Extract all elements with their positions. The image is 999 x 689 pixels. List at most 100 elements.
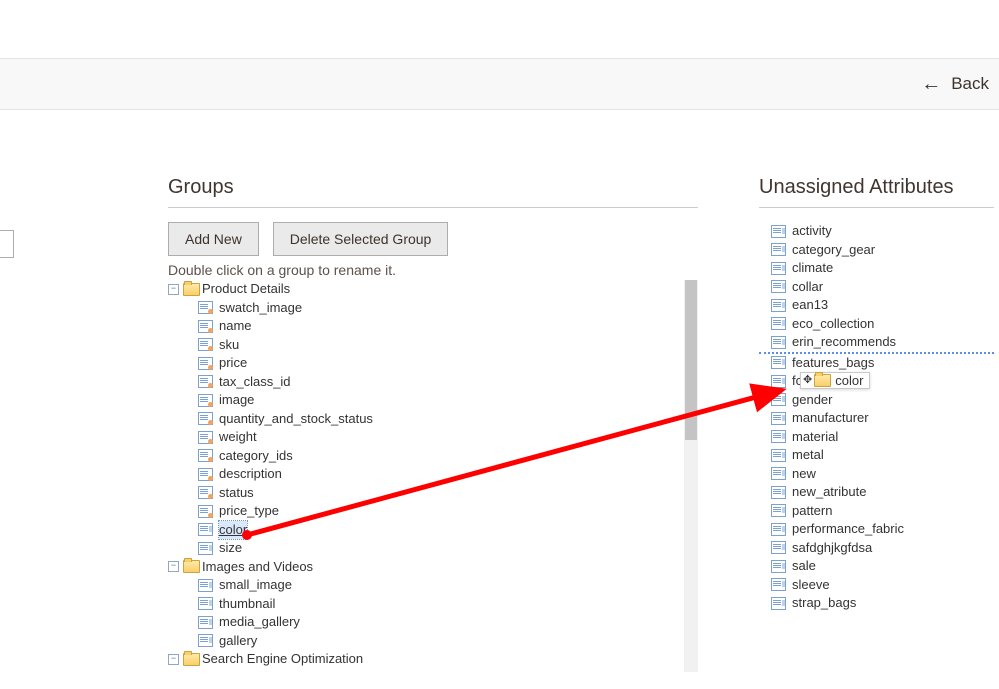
attribute-icon <box>771 504 786 517</box>
back-button[interactable]: ← Back <box>921 59 989 109</box>
tree-attribute[interactable]: small_image <box>198 576 684 595</box>
collapse-icon[interactable]: − <box>168 284 179 295</box>
attribute-icon <box>771 449 786 462</box>
collapse-icon[interactable]: − <box>168 654 179 665</box>
attribute-label: pattern <box>792 502 832 521</box>
tree-attribute[interactable]: weight <box>198 428 684 447</box>
attribute-icon <box>771 393 786 406</box>
unassigned-attribute[interactable]: ean13 <box>771 296 994 315</box>
attribute-icon <box>771 578 786 591</box>
unassigned-attribute[interactable]: gender <box>771 391 994 410</box>
folder-icon <box>183 283 200 296</box>
tree-folder[interactable]: −Images and Videos <box>168 558 684 577</box>
attribute-icon <box>198 468 213 481</box>
top-bar: ← Back <box>0 58 999 110</box>
tree-folder[interactable]: −Product Details <box>168 280 684 299</box>
scrollbar-thumb[interactable] <box>685 280 697 440</box>
collapse-icon[interactable]: − <box>168 561 179 572</box>
groups-title: Groups <box>168 176 698 199</box>
unassigned-title: Unassigned Attributes <box>759 176 994 199</box>
attribute-label: new_atribute <box>792 483 866 502</box>
attribute-label: metal <box>792 446 824 465</box>
attribute-icon <box>771 336 786 349</box>
unassigned-list[interactable]: activitycategory_gearclimatecollarean13e… <box>771 222 994 613</box>
tree-attribute[interactable]: image <box>198 391 684 410</box>
attribute-icon <box>771 317 786 330</box>
tree-attribute[interactable]: thumbnail <box>198 595 684 614</box>
add-new-button[interactable]: Add New <box>168 222 259 256</box>
folder-label: Search Engine Optimization <box>202 650 363 669</box>
attribute-icon <box>198 597 213 610</box>
unassigned-attribute[interactable]: new_atribute <box>771 483 994 502</box>
tree-attribute[interactable]: price <box>198 354 684 373</box>
attribute-icon <box>198 375 213 388</box>
attribute-icon <box>771 225 786 238</box>
groups-tree[interactable]: −Product Detailsswatch_imagenameskuprice… <box>168 280 684 672</box>
attribute-icon <box>198 357 213 370</box>
annotation-dot <box>242 530 252 540</box>
unassigned-attribute[interactable]: performance_fabric <box>771 520 994 539</box>
back-label: Back <box>951 74 989 94</box>
tree-attribute[interactable]: name <box>198 317 684 336</box>
tree-attribute[interactable]: quantity_and_stock_status <box>198 410 684 429</box>
attribute-icon <box>771 243 786 256</box>
unassigned-attribute[interactable]: safdghjkgfdsa <box>771 539 994 558</box>
attribute-label: name <box>219 317 252 336</box>
unassigned-attribute[interactable]: material <box>771 428 994 447</box>
unassigned-attribute[interactable]: collar <box>771 278 994 297</box>
unassigned-attribute[interactable]: sale <box>771 557 994 576</box>
attribute-label: ean13 <box>792 296 828 315</box>
unassigned-attribute[interactable]: features_bags <box>771 354 994 373</box>
unassigned-attribute[interactable]: erin_recommends <box>771 333 994 352</box>
attribute-icon <box>198 505 213 518</box>
unassigned-panel: Unassigned Attributes activitycategory_g… <box>759 176 994 613</box>
unassigned-attribute[interactable]: pattern <box>771 502 994 521</box>
tree-attribute[interactable]: price_type <box>198 502 684 521</box>
attribute-label: media_gallery <box>219 613 300 632</box>
tree-attribute[interactable]: gallery <box>198 632 684 651</box>
unassigned-attribute[interactable]: sleeve <box>771 576 994 595</box>
attribute-label: erin_recommends <box>792 333 896 352</box>
attribute-icon <box>771 356 786 369</box>
attribute-icon <box>771 541 786 554</box>
unassigned-attribute[interactable]: climate <box>771 259 994 278</box>
tree-attribute[interactable]: size <box>198 539 684 558</box>
attribute-icon <box>198 431 213 444</box>
collapsed-side-input[interactable] <box>0 230 14 258</box>
unassigned-attribute[interactable]: strap_bags <box>771 594 994 613</box>
tree-attribute[interactable]: sku <box>198 336 684 355</box>
attribute-label: climate <box>792 259 833 278</box>
delete-group-button[interactable]: Delete Selected Group <box>273 222 449 256</box>
tree-attribute[interactable]: tax_class_id <box>198 373 684 392</box>
tree-folder[interactable]: − Search Engine Optimization <box>168 650 684 669</box>
attribute-label: status <box>219 484 254 503</box>
tree-attribute[interactable]: color <box>198 521 684 540</box>
attribute-label: small_image <box>219 576 292 595</box>
tree-attribute[interactable]: swatch_image <box>198 299 684 318</box>
attribute-icon <box>198 412 213 425</box>
attribute-label: tax_class_id <box>219 373 291 392</box>
attribute-label: price <box>219 354 247 373</box>
attribute-label: price_type <box>219 502 279 521</box>
folder-icon <box>183 653 200 666</box>
unassigned-attribute[interactable]: activity <box>771 222 994 241</box>
attribute-icon <box>198 486 213 499</box>
attribute-label: sale <box>792 557 816 576</box>
attribute-icon <box>198 338 213 351</box>
unassigned-attribute[interactable]: eco_collection <box>771 315 994 334</box>
folder-icon <box>183 560 200 573</box>
drag-cursor-icon: ✥ <box>803 375 812 386</box>
groups-tree-container: −Product Detailsswatch_imagenameskuprice… <box>168 280 698 672</box>
unassigned-attribute[interactable]: category_gear <box>771 241 994 260</box>
tree-attribute[interactable]: description <box>198 465 684 484</box>
attribute-label: category_ids <box>219 447 293 466</box>
tree-attribute[interactable]: media_gallery <box>198 613 684 632</box>
unassigned-attribute[interactable]: metal <box>771 446 994 465</box>
unassigned-attribute[interactable]: new <box>771 465 994 484</box>
attribute-label: description <box>219 465 282 484</box>
tree-attribute[interactable]: status <box>198 484 684 503</box>
attribute-label: performance_fabric <box>792 520 904 539</box>
tree-attribute[interactable]: category_ids <box>198 447 684 466</box>
unassigned-attribute[interactable]: manufacturer <box>771 409 994 428</box>
scrollbar[interactable] <box>684 280 698 672</box>
